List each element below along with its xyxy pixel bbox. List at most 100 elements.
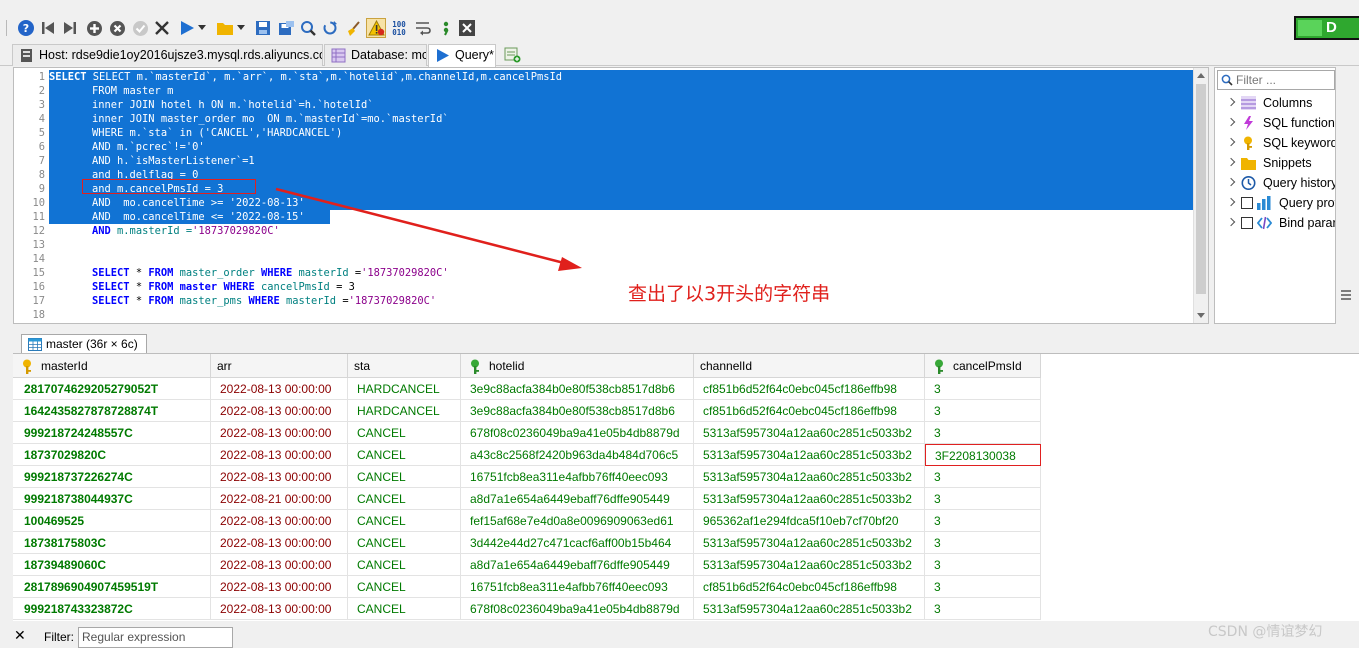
run-dropdown-icon[interactable] — [196, 18, 208, 38]
cancel-icon[interactable] — [152, 18, 172, 38]
table-cell[interactable]: 999218724248557C — [13, 422, 211, 444]
column-header-masterid[interactable]: masterId — [13, 354, 211, 378]
table-cell[interactable]: 3 — [925, 598, 1041, 620]
table-cell[interactable]: 2022-08-13 00:00:00 — [211, 378, 348, 400]
table-cell[interactable]: 3 — [925, 510, 1041, 532]
tab-host[interactable]: Host: rdse9die1oy2016ujsze3.mysql.rds.al… — [12, 44, 323, 66]
table-cell[interactable]: CANCEL — [348, 444, 461, 466]
table-cell[interactable]: 2817074629205279052T — [13, 378, 211, 400]
table-cell[interactable]: 3 — [925, 378, 1041, 400]
table-cell[interactable]: 3 — [925, 466, 1041, 488]
scroll-down-icon[interactable] — [1197, 313, 1205, 318]
table-cell[interactable]: 5313af5957304a12aa60c2851c5033b2 — [694, 444, 925, 466]
query-profile-checkbox[interactable] — [1241, 197, 1253, 209]
filter-input[interactable]: Regular expression — [78, 627, 233, 648]
table-cell[interactable]: a8d7a1e654a6449ebaff76dffe905449 — [461, 554, 694, 576]
table-cell[interactable]: CANCEL — [348, 488, 461, 510]
table-cell[interactable]: 3 — [925, 576, 1041, 598]
warning-icon[interactable] — [366, 18, 386, 38]
table-cell[interactable]: 3F2208130038 — [925, 444, 1041, 466]
table-cell[interactable]: CANCEL — [348, 422, 461, 444]
table-cell[interactable]: HARDCANCEL — [348, 378, 461, 400]
table-cell[interactable]: 3 — [925, 400, 1041, 422]
table-cell[interactable]: CANCEL — [348, 554, 461, 576]
table-cell[interactable]: 965362af1e294fdca5f10eb7cf70bf20 — [694, 510, 925, 532]
wrap-icon[interactable] — [412, 18, 432, 38]
help-icon[interactable]: ? — [16, 18, 36, 38]
table-cell[interactable]: 3 — [925, 422, 1041, 444]
open-folder-icon[interactable] — [215, 18, 235, 38]
editor-scrollbar[interactable] — [1193, 68, 1208, 323]
tree-item-bind-params[interactable]: Bind parar — [1215, 213, 1335, 233]
table-cell[interactable]: 2022-08-13 00:00:00 — [211, 554, 348, 576]
chevron-right-icon[interactable] — [1226, 137, 1236, 147]
table-cell[interactable]: 999218737226274C — [13, 466, 211, 488]
tree-item-snippets[interactable]: Snippets — [1215, 153, 1335, 173]
table-cell[interactable]: 16751fcb8ea311e4afbb76ff40eec093 — [461, 576, 694, 598]
sql-editor[interactable]: 1 SELECT SELECT m.`masterId`, m.`arr`, m.… — [13, 67, 1209, 324]
table-cell[interactable]: CANCEL — [348, 532, 461, 554]
table-cell[interactable]: CANCEL — [348, 510, 461, 532]
tree-item-columns[interactable]: Columns — [1215, 93, 1335, 113]
result-grid[interactable]: masterId arr sta hotelid channelId cance… — [13, 353, 1359, 621]
table-cell[interactable]: 16751fcb8ea311e4afbb76ff40eec093 — [461, 466, 694, 488]
close-tab-icon[interactable] — [457, 18, 477, 38]
table-cell[interactable]: 2022-08-13 00:00:00 — [211, 532, 348, 554]
table-cell[interactable]: 3e9c88acfa384b0e80f538cb8517d8b6 — [461, 400, 694, 422]
table-cell[interactable]: 2022-08-13 00:00:00 — [211, 510, 348, 532]
table-cell[interactable]: 3 — [925, 532, 1041, 554]
table-cell[interactable]: 2022-08-13 00:00:00 — [211, 400, 348, 422]
table-cell[interactable]: CANCEL — [348, 598, 461, 620]
chevron-right-icon[interactable] — [1226, 97, 1236, 107]
column-header-channelid[interactable]: channelId — [694, 354, 925, 378]
chevron-right-icon[interactable] — [1226, 117, 1236, 127]
table-cell[interactable]: CANCEL — [348, 466, 461, 488]
run-icon[interactable] — [177, 18, 197, 38]
table-cell[interactable]: cf851b6d52f64c0ebc045cf186effb98 — [694, 576, 925, 598]
table-cell[interactable]: 2022-08-13 00:00:00 — [211, 422, 348, 444]
table-cell[interactable]: cf851b6d52f64c0ebc045cf186effb98 — [694, 378, 925, 400]
remove-icon[interactable] — [107, 18, 127, 38]
table-cell[interactable]: cf851b6d52f64c0ebc045cf186effb98 — [694, 400, 925, 422]
table-cell[interactable]: a43c8c2568f2420b963da4b484d706c5 — [461, 444, 694, 466]
column-header-arr[interactable]: arr — [211, 354, 348, 378]
table-cell[interactable]: 2817896904907459519T — [13, 576, 211, 598]
chevron-right-icon[interactable] — [1226, 177, 1236, 187]
tree-item-sql-keyword[interactable]: SQL keyword — [1215, 133, 1335, 153]
table-cell[interactable]: 999218738044937C — [13, 488, 211, 510]
table-cell[interactable]: 2022-08-13 00:00:00 — [211, 444, 348, 466]
tab-query[interactable]: Query* — [428, 44, 496, 67]
table-cell[interactable]: 18738175803C — [13, 532, 211, 554]
tree-item-query-profile[interactable]: Query prof — [1215, 193, 1335, 213]
table-cell[interactable]: 5313af5957304a12aa60c2851c5033b2 — [694, 554, 925, 576]
chevron-right-icon[interactable] — [1226, 217, 1236, 227]
column-header-sta[interactable]: sta — [348, 354, 461, 378]
bind-params-checkbox[interactable] — [1241, 217, 1253, 229]
table-cell[interactable]: 5313af5957304a12aa60c2851c5033b2 — [694, 488, 925, 510]
column-header-hotelid[interactable]: hotelid — [461, 354, 694, 378]
result-tab[interactable]: master (36r × 6c) — [21, 334, 147, 354]
check-icon[interactable] — [130, 18, 150, 38]
table-cell[interactable]: 678f08c0236049ba9a41e05b4db8879d — [461, 598, 694, 620]
chevron-right-icon[interactable] — [1226, 157, 1236, 167]
tab-database[interactable]: Database: mc — [324, 44, 427, 66]
table-cell[interactable]: 5313af5957304a12aa60c2851c5033b2 — [694, 466, 925, 488]
semicolon-icon[interactable] — [436, 18, 456, 38]
add-icon[interactable] — [84, 18, 104, 38]
table-cell[interactable]: 18737029820C — [13, 444, 211, 466]
table-cell[interactable]: 3 — [925, 554, 1041, 576]
binary-icon[interactable]: 100 010 — [389, 18, 409, 38]
panel-filter-input[interactable]: Filter ... — [1217, 70, 1335, 90]
folder-dropdown-icon[interactable] — [235, 18, 247, 38]
chevron-right-icon[interactable] — [1226, 197, 1236, 207]
table-cell[interactable]: 100469525 — [13, 510, 211, 532]
clear-icon[interactable] — [343, 18, 363, 38]
table-cell[interactable]: 5313af5957304a12aa60c2851c5033b2 — [694, 422, 925, 444]
resize-handle-icon[interactable] — [1340, 288, 1352, 302]
save-as-icon[interactable] — [276, 18, 296, 38]
table-cell[interactable]: 5313af5957304a12aa60c2851c5033b2 — [694, 598, 925, 620]
table-cell[interactable]: a8d7a1e654a6449ebaff76dffe905449 — [461, 488, 694, 510]
table-cell[interactable]: 3e9c88acfa384b0e80f538cb8517d8b6 — [461, 378, 694, 400]
table-cell[interactable]: 1642435827878728874T — [13, 400, 211, 422]
scroll-up-icon[interactable] — [1197, 73, 1205, 78]
